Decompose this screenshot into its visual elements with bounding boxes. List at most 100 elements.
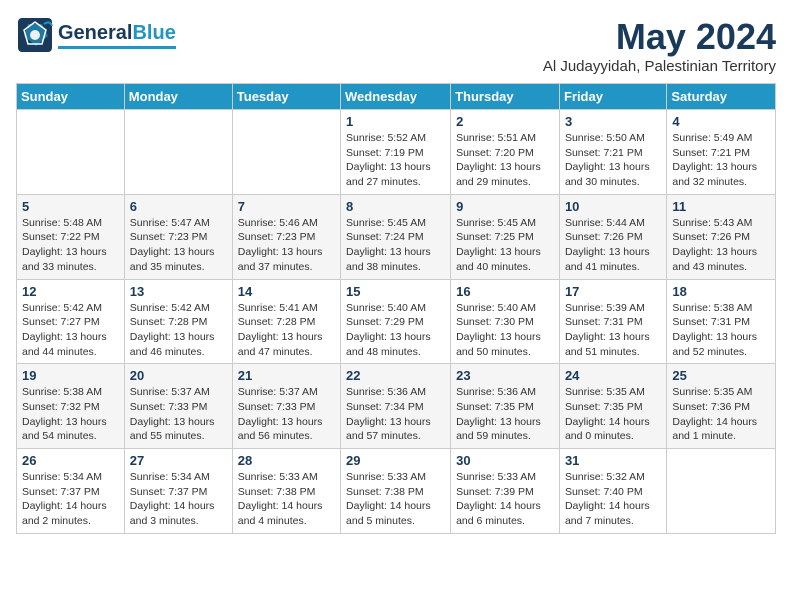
day-number: 24 [565, 368, 661, 383]
day-number: 25 [672, 368, 770, 383]
day-info: Sunrise: 5:40 AM Sunset: 7:30 PM Dayligh… [456, 301, 554, 360]
weekday-header-wednesday: Wednesday [341, 84, 451, 110]
calendar-cell: 16 Sunrise: 5:40 AM Sunset: 7:30 PM Dayli… [451, 279, 560, 364]
calendar-cell: 11 Sunrise: 5:43 AM Sunset: 7:26 PM Dayli… [667, 194, 776, 279]
day-info: Sunrise: 5:35 AM Sunset: 7:36 PM Dayligh… [672, 385, 770, 444]
calendar-cell: 31 Sunrise: 5:32 AM Sunset: 7:40 PM Dayli… [559, 449, 666, 534]
calendar-cell: 23 Sunrise: 5:36 AM Sunset: 7:35 PM Dayli… [451, 364, 560, 449]
day-info: Sunrise: 5:45 AM Sunset: 7:25 PM Dayligh… [456, 216, 554, 275]
day-info: Sunrise: 5:36 AM Sunset: 7:35 PM Dayligh… [456, 385, 554, 444]
calendar-cell: 29Sunrise: 5:33 AM Sunset: 7:38 PM Dayli… [341, 449, 451, 534]
day-info: Sunrise: 5:50 AM Sunset: 7:21 PM Dayligh… [565, 131, 661, 190]
day-number: 4 [672, 114, 770, 129]
calendar-cell: 2 Sunrise: 5:51 AM Sunset: 7:20 PM Daylig… [451, 110, 560, 195]
day-info: Sunrise: 5:40 AM Sunset: 7:29 PM Dayligh… [346, 301, 445, 360]
day-info: Sunrise: 5:34 AM Sunset: 7:37 PM Dayligh… [22, 470, 119, 529]
calendar-table: SundayMondayTuesdayWednesdayThursdayFrid… [16, 83, 776, 534]
weekday-header-sunday: Sunday [17, 84, 125, 110]
day-info: Sunrise: 5:38 AM Sunset: 7:32 PM Dayligh… [22, 385, 119, 444]
logo-icon [16, 16, 54, 54]
page-header: GeneralBlue May 2024 Al Judayyidah, Pale… [16, 16, 776, 75]
day-number: 7 [238, 199, 335, 214]
day-number: 8 [346, 199, 445, 214]
logo-general: General [58, 22, 132, 44]
day-number: 9 [456, 199, 554, 214]
day-number: 29 [346, 453, 445, 468]
calendar-week-5: 26Sunrise: 5:34 AM Sunset: 7:37 PM Dayli… [17, 449, 776, 534]
weekday-header-thursday: Thursday [451, 84, 560, 110]
calendar-cell: 5 Sunrise: 5:48 AM Sunset: 7:22 PM Daylig… [17, 194, 125, 279]
calendar-cell: 15 Sunrise: 5:40 AM Sunset: 7:29 PM Dayli… [341, 279, 451, 364]
day-info: Sunrise: 5:32 AM Sunset: 7:40 PM Dayligh… [565, 470, 661, 529]
calendar-week-1: 1Sunrise: 5:52 AM Sunset: 7:19 PM Daylig… [17, 110, 776, 195]
weekday-header-monday: Monday [124, 84, 232, 110]
calendar-cell: 21 Sunrise: 5:37 AM Sunset: 7:33 PM Dayli… [232, 364, 340, 449]
day-info: Sunrise: 5:52 AM Sunset: 7:19 PM Dayligh… [346, 131, 445, 190]
day-number: 16 [456, 284, 554, 299]
day-info: Sunrise: 5:39 AM Sunset: 7:31 PM Dayligh… [565, 301, 661, 360]
calendar-cell: 12 Sunrise: 5:42 AM Sunset: 7:27 PM Dayli… [17, 279, 125, 364]
day-number: 22 [346, 368, 445, 383]
day-info: Sunrise: 5:36 AM Sunset: 7:34 PM Dayligh… [346, 385, 445, 444]
day-number: 15 [346, 284, 445, 299]
day-info: Sunrise: 5:51 AM Sunset: 7:20 PM Dayligh… [456, 131, 554, 190]
calendar-cell: 17 Sunrise: 5:39 AM Sunset: 7:31 PM Dayli… [559, 279, 666, 364]
calendar-cell: 19 Sunrise: 5:38 AM Sunset: 7:32 PM Dayli… [17, 364, 125, 449]
day-number: 28 [238, 453, 335, 468]
day-number: 6 [130, 199, 227, 214]
day-info: Sunrise: 5:33 AM Sunset: 7:39 PM Dayligh… [456, 470, 554, 529]
day-number: 17 [565, 284, 661, 299]
calendar-cell [667, 449, 776, 534]
calendar-cell: 4 Sunrise: 5:49 AM Sunset: 7:21 PM Daylig… [667, 110, 776, 195]
day-info: Sunrise: 5:37 AM Sunset: 7:33 PM Dayligh… [130, 385, 227, 444]
location-subtitle: Al Judayyidah, Palestinian Territory [543, 58, 776, 75]
day-info: Sunrise: 5:49 AM Sunset: 7:21 PM Dayligh… [672, 131, 770, 190]
day-info: Sunrise: 5:47 AM Sunset: 7:23 PM Dayligh… [130, 216, 227, 275]
month-year-title: May 2024 [543, 16, 776, 58]
calendar-cell: 9 Sunrise: 5:45 AM Sunset: 7:25 PM Daylig… [451, 194, 560, 279]
day-number: 10 [565, 199, 661, 214]
calendar-week-4: 19 Sunrise: 5:38 AM Sunset: 7:32 PM Dayli… [17, 364, 776, 449]
logo: GeneralBlue [16, 16, 176, 54]
calendar-cell [17, 110, 125, 195]
day-number: 20 [130, 368, 227, 383]
day-number: 21 [238, 368, 335, 383]
day-number: 18 [672, 284, 770, 299]
calendar-cell: 25 Sunrise: 5:35 AM Sunset: 7:36 PM Dayli… [667, 364, 776, 449]
calendar-week-2: 5 Sunrise: 5:48 AM Sunset: 7:22 PM Daylig… [17, 194, 776, 279]
day-number: 5 [22, 199, 119, 214]
title-area: May 2024 Al Judayyidah, Palestinian Terr… [543, 16, 776, 75]
day-number: 19 [22, 368, 119, 383]
day-number: 14 [238, 284, 335, 299]
calendar-cell: 20 Sunrise: 5:37 AM Sunset: 7:33 PM Dayli… [124, 364, 232, 449]
day-info: Sunrise: 5:38 AM Sunset: 7:31 PM Dayligh… [672, 301, 770, 360]
day-number: 2 [456, 114, 554, 129]
day-info: Sunrise: 5:43 AM Sunset: 7:26 PM Dayligh… [672, 216, 770, 275]
day-number: 13 [130, 284, 227, 299]
day-number: 11 [672, 199, 770, 214]
day-info: Sunrise: 5:48 AM Sunset: 7:22 PM Dayligh… [22, 216, 119, 275]
calendar-cell: 18 Sunrise: 5:38 AM Sunset: 7:31 PM Dayli… [667, 279, 776, 364]
calendar-cell: 26Sunrise: 5:34 AM Sunset: 7:37 PM Dayli… [17, 449, 125, 534]
calendar-cell [124, 110, 232, 195]
weekday-header-saturday: Saturday [667, 84, 776, 110]
day-number: 12 [22, 284, 119, 299]
logo-blue: Blue [132, 22, 175, 44]
day-info: Sunrise: 5:45 AM Sunset: 7:24 PM Dayligh… [346, 216, 445, 275]
day-number: 31 [565, 453, 661, 468]
day-info: Sunrise: 5:37 AM Sunset: 7:33 PM Dayligh… [238, 385, 335, 444]
day-info: Sunrise: 5:34 AM Sunset: 7:37 PM Dayligh… [130, 470, 227, 529]
calendar-week-3: 12 Sunrise: 5:42 AM Sunset: 7:27 PM Dayli… [17, 279, 776, 364]
weekday-header-friday: Friday [559, 84, 666, 110]
calendar-cell: 27Sunrise: 5:34 AM Sunset: 7:37 PM Dayli… [124, 449, 232, 534]
calendar-cell: 24Sunrise: 5:35 AM Sunset: 7:35 PM Dayli… [559, 364, 666, 449]
day-info: Sunrise: 5:42 AM Sunset: 7:27 PM Dayligh… [22, 301, 119, 360]
day-number: 30 [456, 453, 554, 468]
calendar-cell: 8 Sunrise: 5:45 AM Sunset: 7:24 PM Daylig… [341, 194, 451, 279]
calendar-cell: 10Sunrise: 5:44 AM Sunset: 7:26 PM Dayli… [559, 194, 666, 279]
day-info: Sunrise: 5:33 AM Sunset: 7:38 PM Dayligh… [238, 470, 335, 529]
calendar-cell: 1Sunrise: 5:52 AM Sunset: 7:19 PM Daylig… [341, 110, 451, 195]
day-info: Sunrise: 5:46 AM Sunset: 7:23 PM Dayligh… [238, 216, 335, 275]
calendar-cell: 14Sunrise: 5:41 AM Sunset: 7:28 PM Dayli… [232, 279, 340, 364]
day-number: 23 [456, 368, 554, 383]
